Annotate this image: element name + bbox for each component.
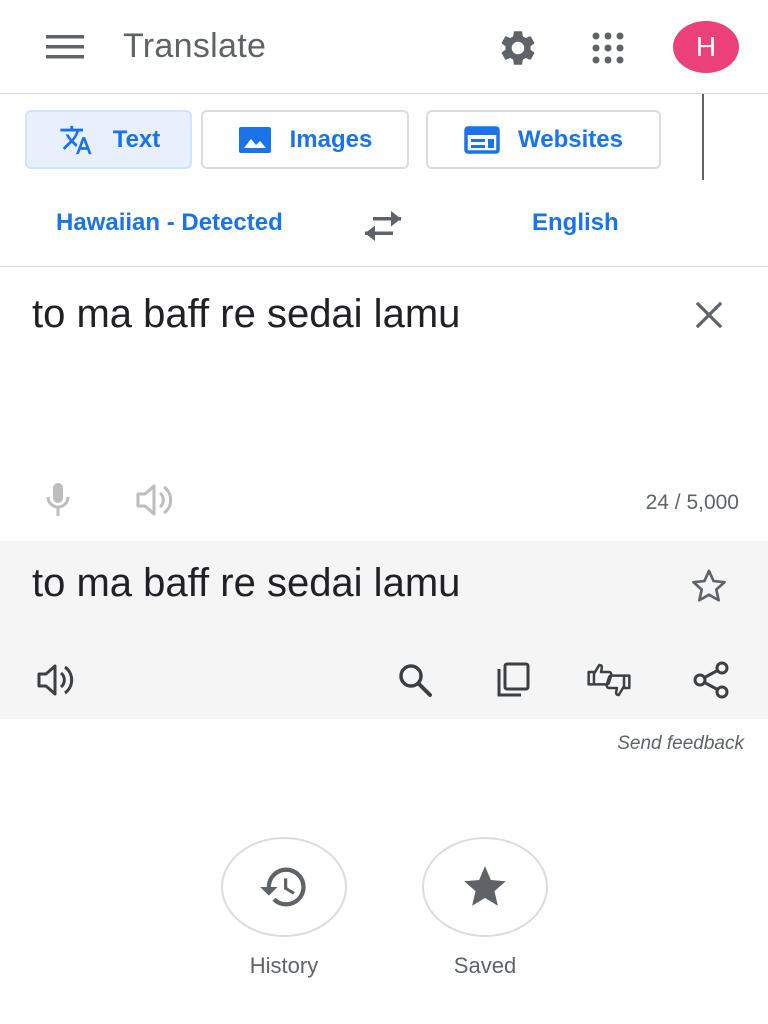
menu-icon[interactable] (44, 30, 86, 64)
character-count: 24 / 5,000 (645, 491, 739, 514)
app-title: Translate (123, 27, 267, 65)
microphone-icon[interactable] (37, 478, 79, 522)
copy-icon[interactable] (490, 657, 536, 703)
tab-images-label: Images (289, 125, 373, 153)
tab-images[interactable]: Images (201, 110, 409, 169)
tab-websites-label: Websites (518, 125, 623, 153)
translation-result-panel: to ma baff re sedai lamu (0, 541, 768, 719)
saved-label: Saved (453, 953, 517, 978)
tab-websites[interactable]: Websites (426, 110, 661, 169)
history-label: History (249, 953, 319, 978)
source-text-input[interactable] (32, 287, 652, 407)
account-avatar[interactable]: H (673, 21, 739, 73)
apps-grid-icon[interactable] (584, 24, 632, 72)
gear-icon[interactable] (494, 24, 542, 72)
source-language-button[interactable]: Hawaiian - Detected (56, 209, 283, 237)
star-outline-icon[interactable] (686, 563, 732, 609)
top-app-bar: Translate H (0, 0, 768, 94)
star-icon (464, 866, 506, 906)
tab-text-label: Text (112, 125, 161, 153)
translation-text: to ma baff re sedai lamu (32, 561, 461, 605)
website-icon (464, 125, 500, 154)
send-feedback-link[interactable]: Send feedback (617, 733, 744, 755)
close-icon[interactable] (686, 292, 732, 338)
target-language-button[interactable]: English (532, 209, 619, 237)
history-icon (260, 867, 306, 907)
speaker-icon[interactable] (134, 478, 178, 522)
search-icon[interactable] (392, 657, 438, 703)
translate-icon (60, 125, 92, 154)
speaker-icon[interactable] (34, 657, 80, 703)
language-bar-divider (0, 266, 768, 267)
rate-translation-icon[interactable] (586, 657, 632, 703)
history-button[interactable] (221, 837, 347, 937)
tab-text[interactable]: Text (25, 110, 192, 169)
translate-app: Translate H Text Images Websites Hawaiia… (0, 0, 768, 1024)
share-icon[interactable] (688, 657, 734, 703)
swap-languages-icon[interactable] (360, 204, 406, 248)
tabs-divider (702, 94, 704, 180)
saved-button[interactable] (422, 837, 548, 937)
image-icon (238, 126, 271, 153)
